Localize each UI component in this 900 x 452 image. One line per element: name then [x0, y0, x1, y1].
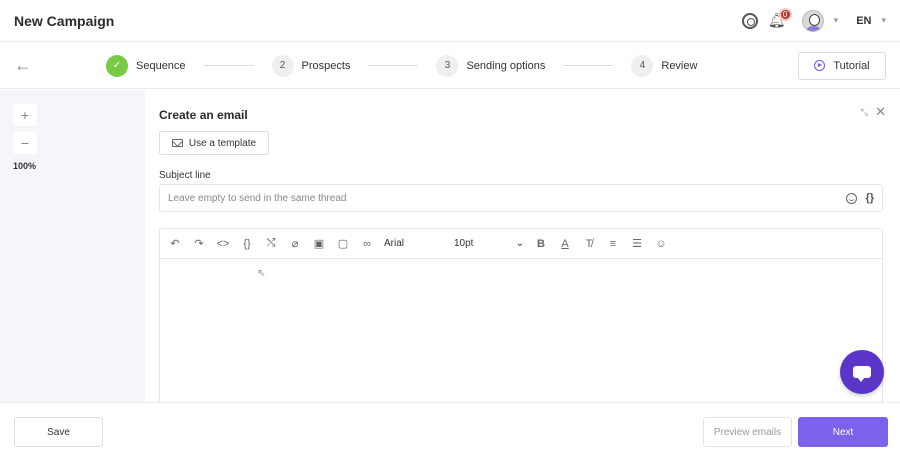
step-connector	[203, 65, 254, 66]
canvas-zoom-panel: + − 100%	[0, 90, 145, 402]
shuffle-icon[interactable]: ⤭	[264, 237, 278, 250]
help-lifebuoy-icon[interactable]	[741, 12, 758, 29]
variables-icon[interactable]: {}	[240, 238, 254, 250]
step-number: 3	[436, 54, 459, 77]
step-number: 4	[631, 54, 654, 77]
header-actions: 🔔︎ 0 ▾ EN ▾	[741, 7, 886, 32]
avatar-chevron-down-icon[interactable]: ▾	[834, 15, 839, 26]
step-sequence[interactable]: ✓ Sequence	[106, 54, 186, 77]
collapse-icon[interactable]: ⤡	[861, 107, 868, 118]
redo-icon[interactable]: ↷	[192, 237, 206, 250]
preview-emails-button[interactable]: Preview emails	[703, 417, 792, 447]
variables-icon[interactable]: {}	[865, 192, 874, 204]
step-label: Review	[661, 59, 698, 72]
step-check-icon: ✓	[106, 54, 128, 77]
zoom-level: 100%	[13, 161, 37, 171]
step-prospects[interactable]: 2 Prospects	[271, 54, 351, 77]
code-icon[interactable]: <>	[216, 238, 230, 250]
align-icon[interactable]: ≡	[606, 238, 620, 250]
mouse-cursor-icon: ⇖	[257, 268, 266, 279]
font-size-value: 10pt	[454, 238, 474, 249]
save-button[interactable]: Save	[14, 417, 103, 447]
envelope-icon	[171, 139, 183, 147]
play-icon	[814, 60, 826, 71]
step-connector	[368, 65, 419, 66]
editor-body[interactable]	[160, 259, 882, 409]
bold-icon[interactable]: B	[534, 238, 548, 250]
campaign-stepper: ← ✓ Sequence 2 Prospects 3 Sending optio…	[0, 43, 900, 89]
email-body-editor: ↶ ↷ <> {} ⤭ ⌀ ▣ ▢ ∞ Arial 10pt ⌄ B A T̸ …	[159, 228, 883, 408]
page-title: New Campaign	[14, 12, 115, 29]
tutorial-label: Tutorial	[833, 59, 870, 72]
language-selector[interactable]: EN	[856, 15, 871, 27]
chat-support-icon[interactable]	[840, 350, 884, 394]
text-color-icon[interactable]: A	[558, 238, 572, 250]
template-button-label: Use a template	[188, 137, 257, 149]
list-icon[interactable]: ☰	[630, 237, 644, 250]
step-connector	[563, 65, 614, 66]
step-label: Sequence	[136, 59, 186, 72]
font-size-select[interactable]: 10pt ⌄	[454, 238, 524, 249]
email-editor-panel: Create an email ⤡ ✕ Use a template Subje…	[145, 90, 900, 408]
image-icon[interactable]: ▣	[312, 237, 326, 250]
subject-label: Subject line	[159, 170, 211, 181]
link-icon[interactable]: ∞	[360, 238, 374, 250]
clear-format-icon[interactable]: T̸	[582, 238, 596, 250]
zoom-in-button[interactable]: +	[13, 104, 37, 126]
subject-input[interactable]	[168, 192, 847, 204]
next-button[interactable]: Next	[798, 417, 888, 447]
top-header: New Campaign 🔔︎ 0 ▾ EN ▾	[0, 0, 900, 42]
font-family-select[interactable]: Arial	[384, 238, 444, 249]
tutorial-button[interactable]: Tutorial	[798, 51, 886, 80]
chevron-down-icon: ⌄	[515, 238, 524, 249]
use-template-button[interactable]: Use a template	[159, 131, 269, 155]
language-chevron-down-icon[interactable]: ▾	[881, 15, 886, 26]
user-avatar[interactable]	[801, 9, 824, 32]
step-review[interactable]: 4 Review	[631, 54, 698, 77]
step-label: Prospects	[301, 59, 351, 72]
zoom-out-button[interactable]: −	[13, 132, 37, 154]
emoji-icon[interactable]: ☺	[654, 238, 668, 250]
back-arrow-icon[interactable]: ←	[14, 55, 34, 76]
steps: ✓ Sequence 2 Prospects 3 Sending options…	[106, 54, 698, 77]
notifications-button[interactable]: 🔔︎ 0	[768, 7, 792, 30]
subject-field[interactable]: {}	[159, 184, 883, 212]
editor-toolbar: ↶ ↷ <> {} ⤭ ⌀ ▣ ▢ ∞ Arial 10pt ⌄ B A T̸ …	[160, 229, 882, 259]
undo-icon[interactable]: ↶	[168, 237, 182, 250]
attachment-icon[interactable]: ⌀	[288, 237, 302, 250]
footer-bar: Save Preview emails Next	[0, 402, 900, 452]
step-sending-options[interactable]: 3 Sending options	[436, 54, 546, 77]
close-icon[interactable]: ✕	[875, 104, 886, 120]
step-number: 2	[271, 54, 294, 77]
editor-title: Create an email	[159, 108, 248, 122]
notification-badge: 0	[778, 7, 792, 21]
calendar-icon[interactable]: ▢	[336, 237, 350, 250]
step-label: Sending options	[466, 59, 546, 72]
emoji-icon[interactable]	[846, 192, 858, 204]
